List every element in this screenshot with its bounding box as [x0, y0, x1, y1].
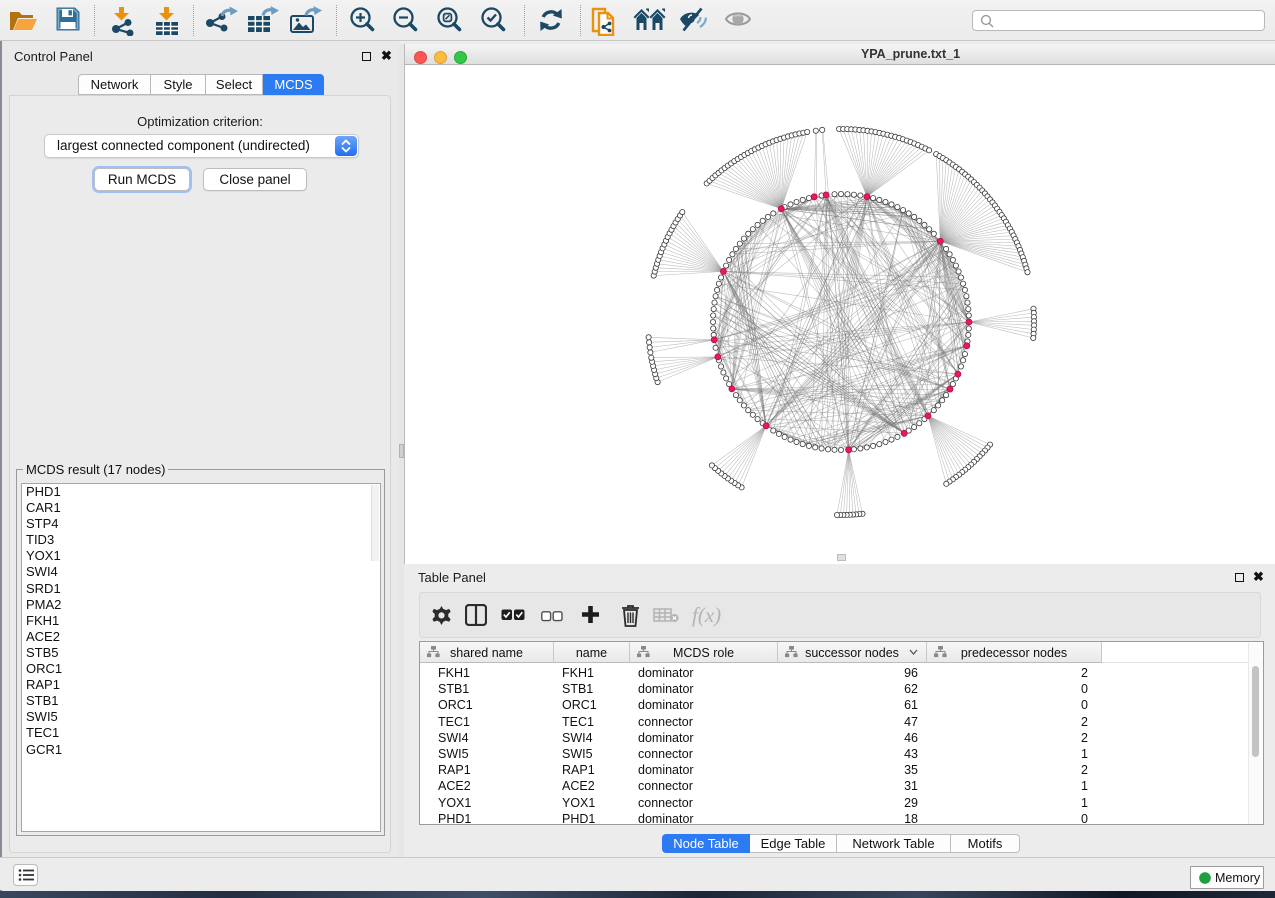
- svg-text:f(x): f(x): [692, 603, 721, 627]
